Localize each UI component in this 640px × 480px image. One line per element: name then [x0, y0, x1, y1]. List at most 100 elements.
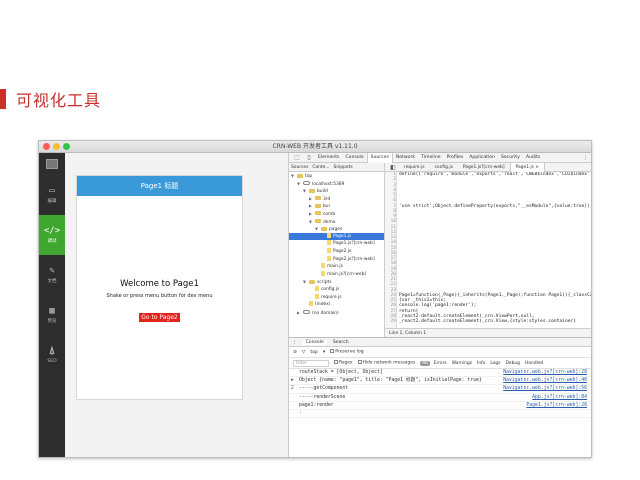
file-tree: ▼ top ▼ localhost:5389 ▼ build ▶ 3rd ▶ bui ▶ comb ▼ d… — [289, 172, 384, 316]
console-filter-input[interactable]: Filter — [293, 359, 329, 367]
folder-icon — [297, 173, 303, 178]
log-level-warnings[interactable]: Warnings — [451, 361, 473, 366]
file-tab[interactable]: config.js — [430, 165, 458, 170]
tree-item-label: config.js — [321, 286, 340, 292]
console-source-link[interactable]: Navigator.web.js?[crn-web]:56 — [503, 385, 587, 393]
preserve-log-checkbox[interactable]: Preserve log — [330, 349, 364, 355]
nav-item-debug[interactable]: </> 调试 — [39, 215, 65, 255]
device-toggle-icon[interactable]: ▯ — [303, 154, 315, 161]
context-selector[interactable]: top — [310, 350, 318, 355]
console-source-link[interactable]: App.js?[crn-web]:84 — [532, 394, 587, 402]
tree-item[interactable]: ▼ pages — [289, 225, 384, 233]
regex-label: Regex — [339, 360, 353, 366]
tab-search[interactable]: Search — [333, 340, 349, 345]
tree-item[interactable]: Page1.js — [289, 232, 384, 241]
devtools-tab-elements[interactable]: Elements — [315, 155, 342, 160]
log-level-debug[interactable]: Debug — [504, 361, 520, 366]
nav-item-label: 文档 — [47, 279, 57, 284]
file-icon — [315, 293, 319, 299]
hide-network-label: Hide network messages — [362, 360, 416, 366]
tree-item[interactable]: ▼ top — [289, 172, 384, 180]
subtab-snippets[interactable]: Snippets — [334, 165, 353, 170]
folder-icon — [315, 211, 321, 216]
nav-item-edit[interactable]: ▭ 编辑 — [39, 175, 65, 215]
tree-item[interactable]: ▶ comb — [289, 210, 384, 218]
nav-item-preview[interactable]: ▦ 预览 — [39, 295, 65, 335]
welcome-text: Welcome to Page1 — [120, 279, 199, 289]
tree-item-label: main.js — [327, 264, 343, 270]
cloud-icon — [303, 310, 310, 315]
devtools-tab-timeline[interactable]: Timeline — [418, 155, 444, 160]
file-tab[interactable]: require.js — [399, 165, 430, 170]
filter-icon[interactable]: ▽ — [302, 350, 306, 355]
log-level-errors[interactable]: Errors — [433, 361, 448, 366]
cloud-icon — [303, 181, 310, 186]
left-nav: ▭ 编辑 </> 调试 ✎ 文档 ▦ 预览 ⍋ SEO — [39, 153, 65, 457]
drawer-menu-icon[interactable]: ⋮ — [292, 340, 297, 345]
devtools-tab-console[interactable]: Console — [342, 155, 366, 160]
file-icon — [327, 255, 331, 261]
preserve-log-label: Preserve log — [335, 349, 364, 355]
tree-item[interactable]: main.js?[crn-web] — [289, 270, 384, 279]
devtools-tab-profiles[interactable]: Profiles — [444, 155, 467, 160]
devtools-panel: ⬚ ▯ Elements Console Sources Network Timelin… — [288, 152, 591, 457]
tree-item-label: Page2.js — [333, 248, 352, 254]
hide-network-checkbox[interactable]: Hide network messages — [357, 360, 416, 366]
more-options-icon[interactable]: ⋮ — [583, 155, 591, 161]
tab-console[interactable]: Console — [302, 339, 327, 345]
tree-item[interactable]: main.js — [289, 263, 384, 271]
clear-console-icon[interactable]: ⊘ — [293, 350, 297, 355]
drawer-tabs: ⋮ Console Search — [289, 338, 591, 347]
nav-item-docs[interactable]: ✎ 文档 — [39, 255, 65, 295]
devtools-tab-network[interactable]: Network — [393, 155, 418, 160]
tree-item[interactable]: Page2.js?[crn-web] — [289, 255, 384, 264]
file-tab[interactable]: Page1.js × — [509, 162, 545, 172]
tree-item[interactable]: ▶ bui — [289, 202, 384, 210]
tree-item[interactable]: ▶ (no domain) — [289, 309, 384, 317]
nav-item-label: 调试 — [47, 239, 57, 244]
slide-title: 可视化工具 — [16, 91, 102, 110]
log-level-info[interactable]: Info — [476, 361, 486, 366]
console-prompt[interactable]: › — [289, 410, 591, 419]
devtools-tab-application[interactable]: Application — [466, 155, 498, 160]
console-message: page1:render Page1.js?[crn-web]:28 — [289, 402, 591, 410]
tree-item[interactable]: require.js — [289, 293, 384, 302]
log-level-all[interactable]: All — [420, 360, 430, 366]
tree-item[interactable]: (index) — [289, 301, 384, 309]
expand-triangle-icon[interactable]: ▶ — [291, 377, 294, 385]
tree-item-label: Page2.js?[crn-web] — [333, 256, 375, 262]
nav-item-label: SEO — [47, 358, 57, 364]
tree-item[interactable]: ▼ build — [289, 187, 384, 195]
subtab-sources[interactable]: Sources — [291, 165, 308, 170]
regex-checkbox[interactable]: Regex — [334, 360, 353, 366]
console-source-link[interactable]: Navigator.web.js?[crn-web]:40 — [503, 377, 587, 385]
folder-icon — [321, 226, 327, 231]
devtools-tab-security[interactable]: Security — [498, 155, 523, 160]
app-logo — [39, 153, 65, 175]
tree-item-label: comb — [323, 211, 336, 217]
devtools-tab-sources[interactable]: Sources — [366, 152, 393, 163]
devtool-app-window: CRN-WEB 开发者工具 v1.11.0 ▭ 编辑 </> 调试 ✎ 文档 ▦… — [38, 140, 592, 458]
folder-icon — [309, 279, 315, 284]
code-view[interactable]: 1 define(['require','module','exports','r… — [385, 172, 591, 328]
log-level-logs[interactable]: Logs — [489, 361, 501, 366]
tree-item[interactable]: Page2.js — [289, 247, 384, 256]
tree-item[interactable]: Page1.js?[crn-web] — [289, 240, 384, 248]
nav-item-seo[interactable]: ⍋ SEO — [39, 335, 65, 375]
tree-item[interactable]: ▼ scripts — [289, 278, 384, 286]
log-level-handled[interactable]: Handled — [524, 361, 544, 366]
tree-item[interactable]: config.js — [289, 285, 384, 294]
subtab-content-scripts[interactable]: Conte... — [312, 165, 329, 170]
folder-icon — [315, 203, 321, 208]
goto-page2-button[interactable]: Go to Page2 — [139, 313, 180, 322]
inspect-element-icon[interactable]: ⬚ — [291, 154, 303, 161]
tree-item[interactable]: ▼ localhost:5389 — [289, 180, 384, 188]
console-message: 2 -----getComponent Navigator.web.js?[crn-… — [289, 385, 591, 394]
file-tab[interactable]: Page1.js?[crn-web] — [458, 165, 510, 170]
toggle-navigator-icon[interactable]: ◧ — [387, 164, 399, 171]
console-source-link[interactable]: Page1.js?[crn-web]:28 — [526, 402, 587, 410]
tree-item[interactable]: ▼ demo — [289, 218, 384, 226]
devtools-tab-audits[interactable]: Audits — [523, 155, 543, 160]
tree-item[interactable]: ▶ 3rd — [289, 195, 384, 203]
console-source-link[interactable]: Navigator.web.js?[crn-web]:28 — [503, 369, 587, 377]
